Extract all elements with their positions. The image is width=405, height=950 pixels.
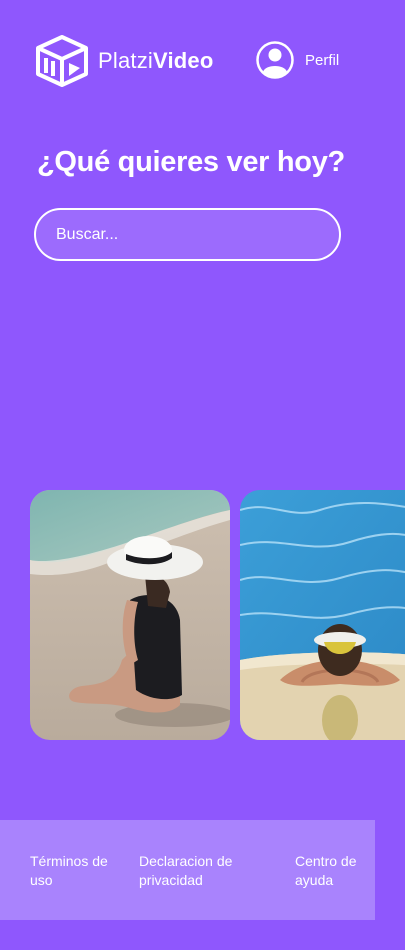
profile-label[interactable]: Perfil <box>305 52 339 69</box>
carousel-item-beach[interactable] <box>30 490 230 740</box>
cube-play-icon <box>36 35 88 87</box>
footer-link-terms[interactable]: Términos de uso <box>30 852 122 890</box>
logo-text-suffix: Video <box>153 48 214 73</box>
footer: Términos de uso Declaracion de privacida… <box>0 820 375 920</box>
woman-in-hat-on-beach-image <box>30 490 230 740</box>
logo-text-prefix: Platzi <box>98 48 153 73</box>
logo-text: PlatziVideo <box>98 48 214 74</box>
carousel-item-pool[interactable] <box>240 490 405 740</box>
search-input[interactable] <box>34 208 341 261</box>
footer-link-help[interactable]: Centro de ayuda <box>295 852 367 890</box>
footer-link-privacy[interactable]: Declaracion de privacidad <box>139 852 249 890</box>
user-avatar-icon[interactable] <box>256 41 294 79</box>
carousel <box>30 490 405 740</box>
woman-in-visor-at-pool-image <box>240 490 405 740</box>
header: PlatziVideo Perfil <box>0 0 405 120</box>
logo[interactable]: PlatziVideo <box>34 34 214 88</box>
profile-menu[interactable]: Perfil <box>256 41 339 79</box>
page-title: ¿Qué quieres ver hoy? <box>37 146 345 178</box>
